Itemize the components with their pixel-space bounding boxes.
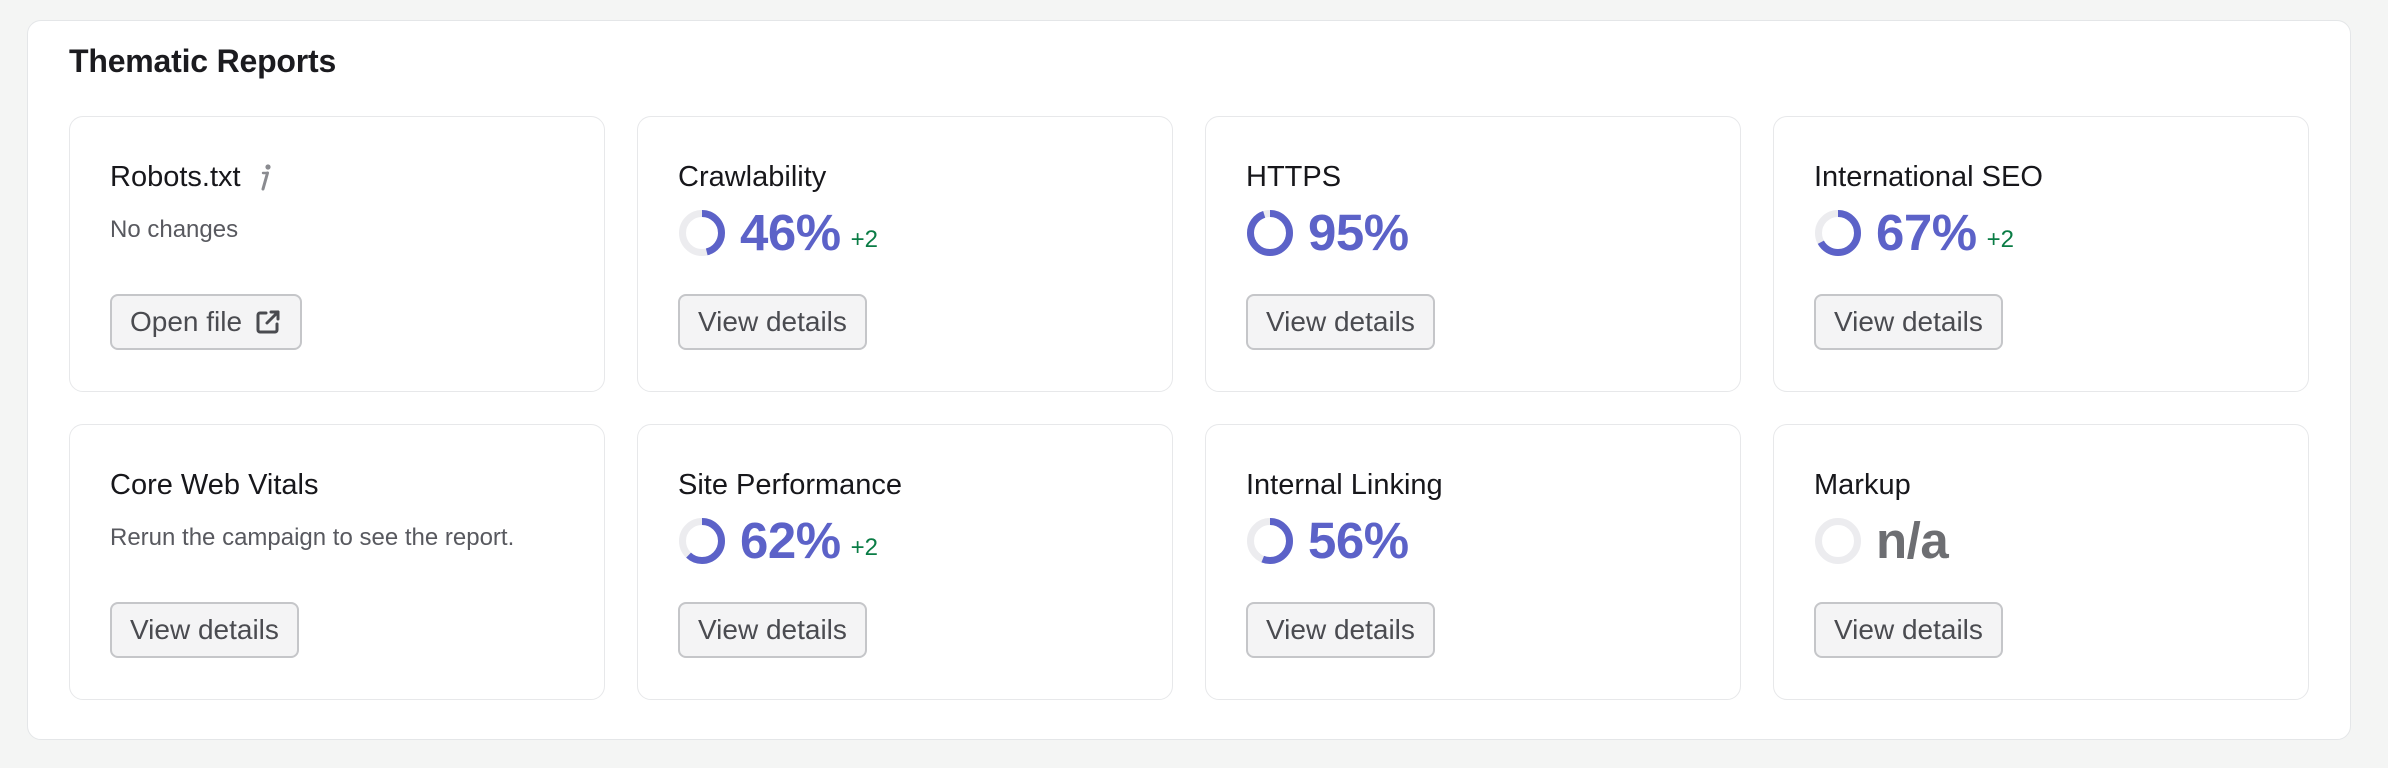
view-details-button[interactable]: View details: [1246, 602, 1435, 658]
score-donut: [1815, 210, 1861, 256]
report-card-https: HTTPS 95% View details: [1205, 116, 1741, 392]
score-donut: [1247, 210, 1293, 256]
score-metric: 95%: [1246, 205, 1409, 261]
score-donut: [1815, 518, 1861, 564]
score-value: 67%: [1876, 204, 1977, 261]
info-icon[interactable]: [257, 162, 275, 192]
score-delta: +2: [850, 534, 878, 561]
score-donut: [679, 210, 725, 256]
score-value: 56%: [1308, 512, 1409, 569]
score-donut: [1247, 518, 1293, 564]
score-metric: 67% +2: [1814, 205, 2014, 261]
button-label: Open file: [130, 306, 243, 337]
score-value: n/a: [1876, 512, 1949, 569]
score-donut: [679, 518, 725, 564]
card-description: Rerun the campaign to see the report.: [110, 524, 515, 551]
card-title: Core Web Vitals: [110, 469, 319, 501]
panel-title: Thematic Reports: [69, 43, 337, 79]
report-card-robots-txt: Robots.txt No changes Open file: [69, 116, 605, 392]
score-delta: +2: [850, 226, 878, 253]
thematic-reports-panel: Thematic Reports Robots.txt No changes O…: [27, 20, 2351, 740]
view-details-button[interactable]: View details: [678, 602, 867, 658]
card-title: Markup: [1814, 469, 1911, 501]
report-card-site-performance: Site Performance 62% +2 View details: [637, 424, 1173, 700]
report-card-internal-linking: Internal Linking 56% View details: [1205, 424, 1741, 700]
view-details-button[interactable]: View details: [1246, 294, 1435, 350]
report-card-crawlability: Crawlability 46% +2 View details: [637, 116, 1173, 392]
view-details-button[interactable]: View details: [110, 602, 299, 658]
score-metric: 62% +2: [678, 513, 878, 569]
view-details-button[interactable]: View details: [1814, 294, 2003, 350]
card-title: Site Performance: [678, 469, 903, 501]
score-value: 95%: [1308, 204, 1409, 261]
view-details-button[interactable]: View details: [678, 294, 867, 350]
score-metric: n/a: [1814, 512, 1949, 569]
card-title: Robots.txt: [110, 161, 241, 193]
card-title: HTTPS: [1246, 161, 1342, 193]
score-value: 46%: [740, 204, 841, 261]
card-title: Internal Linking: [1246, 469, 1443, 501]
score-value: 62%: [740, 512, 841, 569]
score-metric: 46% +2: [678, 205, 878, 261]
open-file-button[interactable]: Open file: [110, 294, 303, 350]
score-metric: 56%: [1246, 513, 1409, 569]
card-title: International SEO: [1814, 161, 2043, 193]
card-title: Crawlability: [678, 161, 827, 193]
report-card-core-web-vitals: Core Web Vitals Rerun the campaign to se…: [69, 424, 605, 700]
report-card-markup: Markup n/a View details: [1773, 424, 2309, 700]
card-description: No changes: [110, 216, 239, 243]
external-link-icon: [254, 308, 282, 336]
report-card-international-seo: International SEO 67% +2 View details: [1773, 116, 2309, 392]
view-details-button[interactable]: View details: [1814, 602, 2003, 658]
reports-grid: Robots.txt No changes Open file Crawlabi…: [69, 116, 2309, 700]
score-delta: +2: [1986, 226, 2014, 253]
